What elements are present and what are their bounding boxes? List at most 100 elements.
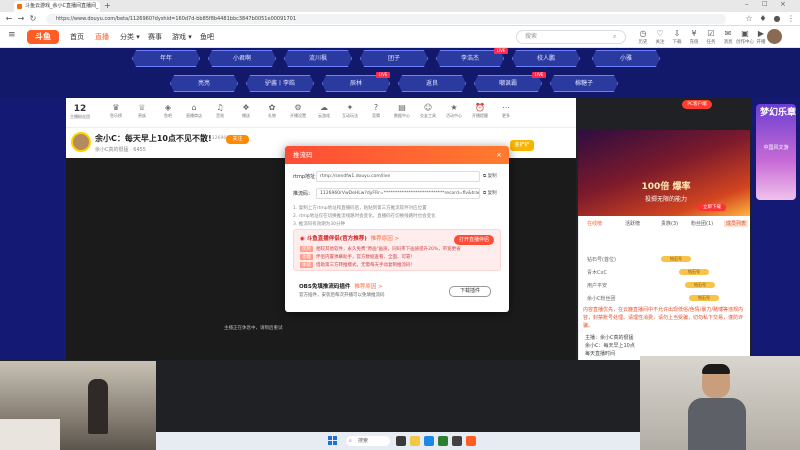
- banner-name-plate[interactable]: 棉糖子: [550, 75, 618, 92]
- menu-icon[interactable]: ⋮: [786, 14, 796, 24]
- ad-download-button[interactable]: 立即下载: [698, 204, 726, 211]
- url-field[interactable]: https://www.douyu.com/beta/1126960?dyshi…: [46, 14, 726, 24]
- nav-live[interactable]: 直播: [95, 32, 109, 42]
- hamburger-menu-icon[interactable]: ≡: [8, 30, 16, 40]
- toolbar-item[interactable]: ★ 活动中心: [444, 103, 464, 119]
- banner-name-plate[interactable]: 亮亮: [170, 75, 238, 92]
- side-tab[interactable]: 成员列表: [724, 220, 749, 227]
- game-ad-panel[interactable]: 100倍 爆率 投掷无限的能力 立即下载: [578, 130, 750, 216]
- toolbar-item[interactable]: ✿ 礼物: [262, 103, 282, 119]
- toolbar-item[interactable]: ▤ 数据中心: [392, 103, 412, 119]
- nav-home[interactable]: 首页: [70, 32, 84, 42]
- obs-recommend-link[interactable]: 推荐原因 >: [354, 284, 382, 290]
- follow-button[interactable]: 关注: [226, 135, 249, 144]
- task-icon[interactable]: ☑ 任务: [702, 29, 720, 46]
- reload-icon[interactable]: ↻: [28, 14, 38, 24]
- toolbar-item[interactable]: ⚙ 开播设置: [288, 103, 308, 119]
- side-tab[interactable]: 粉丝团(1): [691, 220, 713, 227]
- toolbar-item[interactable]: ☁ 云游戏: [314, 103, 334, 119]
- maximize-button[interactable]: □: [762, 0, 768, 7]
- edge-browser-icon[interactable]: [424, 436, 434, 446]
- nav-esports[interactable]: 赛事: [148, 32, 162, 42]
- toolbar-item[interactable]: ♕ 贵族: [132, 103, 152, 119]
- toolbar-item[interactable]: ⌂ 直播商店: [184, 103, 204, 119]
- tip-line: 2. rtmp地址仅在切换推流线路时会变化，直播码在切换线路时也会变化: [293, 214, 436, 219]
- side-tab[interactable]: 在线榜: [587, 220, 602, 227]
- stream-code-field[interactable]: 1126960rVwDeHLw?dyFRr=******************…: [316, 188, 480, 199]
- windows-start-icon[interactable]: [328, 436, 338, 446]
- message-icon[interactable]: ✉ 消息: [719, 29, 737, 46]
- anchor-avatar[interactable]: [71, 132, 91, 152]
- rank-icon: ♛: [112, 103, 120, 112]
- rank-row[interactable]: 用户平安: [587, 282, 607, 289]
- toolbar-item[interactable]: ⏰ 开播提醒: [470, 103, 490, 119]
- banner-name-plate[interactable]: 校人鹏: [512, 50, 580, 67]
- cloud-game-icon: ☁: [320, 103, 328, 112]
- banner-name-plate[interactable]: 流川枫: [284, 50, 352, 67]
- nav-category[interactable]: 分类 ▾: [120, 32, 140, 42]
- gold-badge[interactable]: 金铲铲: [510, 140, 534, 151]
- rank-row[interactable]: 钻石号(首位): [587, 256, 616, 263]
- minimize-button[interactable]: –: [745, 0, 749, 8]
- search-input[interactable]: 搜索 ⌕: [516, 30, 626, 44]
- bookmark-star-icon[interactable]: ☆: [744, 14, 754, 24]
- back-icon[interactable]: ←: [4, 14, 14, 24]
- task-view-icon[interactable]: [396, 436, 406, 446]
- store-icon[interactable]: [438, 436, 448, 446]
- profile-icon[interactable]: ●: [772, 14, 782, 24]
- history-icon[interactable]: ◷ 历史: [634, 29, 652, 46]
- gift-icon: ❖: [242, 103, 250, 112]
- pc-client-badge[interactable]: PC客户端: [682, 100, 712, 109]
- toolbar-item[interactable]: ♫ 音效: [210, 103, 230, 119]
- taskbar-search[interactable]: ⌕ 搜索: [346, 436, 390, 446]
- nav-yuba[interactable]: 鱼吧: [200, 32, 214, 42]
- online-count[interactable]: 12 主播粉丝团: [70, 104, 90, 120]
- toolbar-item[interactable]: ◈ 鱼吧: [158, 103, 178, 119]
- toolbar-item[interactable]: ☺ 交友工具: [418, 103, 438, 119]
- promo-recommend-link[interactable]: 推荐原因 >: [371, 236, 399, 242]
- forward-icon[interactable]: →: [16, 14, 26, 24]
- pay-icon[interactable]: ¥ 充值: [685, 29, 703, 46]
- app-icon[interactable]: [452, 436, 462, 446]
- douyu-logo[interactable]: 斗鱼: [27, 30, 59, 44]
- nav-games[interactable]: 游戏 ▾: [172, 32, 192, 42]
- close-icon[interactable]: ×: [496, 146, 502, 164]
- data-center-icon: ▤: [398, 103, 406, 112]
- shop-icon: ⌂: [191, 103, 197, 112]
- search-icon[interactable]: ⌕: [613, 31, 616, 43]
- toolbar-item[interactable]: ♛ 鱼乐榜: [106, 103, 126, 119]
- download-icon[interactable]: ⇩ 下载: [668, 29, 686, 46]
- open-companion-button[interactable]: 打开直播伴侣: [454, 235, 494, 245]
- follow-icon[interactable]: ♡ 关注: [651, 29, 669, 46]
- banner-name-plate[interactable]: 年年: [132, 50, 200, 67]
- promo-line: 优势 相较其他软件，永久免费"原画"画质，同码率下画质提升20%，带宽更省: [300, 246, 461, 252]
- rtmp-address-field[interactable]: rtmp://sendfw1.douyu.com/live: [316, 171, 480, 182]
- side-tab[interactable]: 贵族(3): [661, 220, 678, 227]
- toolbar-item[interactable]: ⋯ 更多: [496, 103, 516, 119]
- copy-rtmp-button[interactable]: ⧉ 复制: [483, 173, 497, 179]
- banner-name-plate[interactable]: 返良: [398, 75, 466, 92]
- side-tab[interactable]: 活跃榜: [625, 220, 640, 227]
- download-plugin-button[interactable]: 下载插件: [449, 286, 491, 297]
- rank-row[interactable]: 青木CxC: [587, 269, 607, 276]
- banner-name-plate[interactable]: 小君啊: [208, 50, 276, 67]
- toolbar-item[interactable]: ? 竞猜: [366, 103, 386, 119]
- file-explorer-icon[interactable]: [410, 436, 420, 446]
- room-subtitle: 余小C真的很猛 · 6455: [95, 147, 146, 153]
- right-ad-title: 梦幻乐章: [760, 108, 797, 118]
- copy-code-button[interactable]: ⧉ 复制: [483, 190, 497, 196]
- new-tab-button[interactable]: +: [104, 1, 111, 10]
- banner-name-plate[interactable]: 团子: [360, 50, 428, 67]
- rank-row[interactable]: 余小C粉丝团: [587, 295, 616, 302]
- banner-name-plate[interactable]: 小雅: [592, 50, 660, 67]
- toolbar-item[interactable]: ❖ 赠送: [236, 103, 256, 119]
- user-avatar[interactable]: [767, 29, 782, 44]
- close-window-button[interactable]: ×: [780, 0, 786, 8]
- right-side-ad[interactable]: 梦幻乐章 中国风文游: [756, 104, 796, 200]
- toolbar-item[interactable]: ✦ 互动玩法: [340, 103, 360, 119]
- douyu-app-icon[interactable]: [466, 436, 476, 446]
- live-badge: LIVE: [532, 72, 546, 78]
- extensions-icon[interactable]: ♦: [758, 14, 768, 24]
- banner-name-plate[interactable]: 驴酱丨李皓: [246, 75, 314, 92]
- browser-tab[interactable]: 斗鱼云游戏_余小C直播间直播间_: [14, 1, 100, 12]
